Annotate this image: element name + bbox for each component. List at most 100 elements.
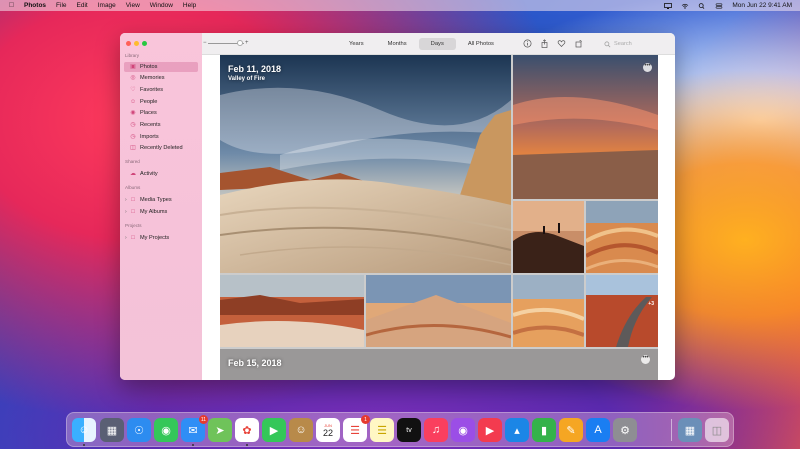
clock-icon: ◷ xyxy=(130,134,136,140)
photos-app-icon[interactable]: ✿ xyxy=(235,418,259,442)
reminders-icon[interactable]: ☰ 1 xyxy=(343,415,370,442)
running-indicator xyxy=(246,444,248,446)
display-icon[interactable] xyxy=(664,2,673,9)
menu-image[interactable]: Image xyxy=(98,2,116,9)
photo-valley[interactable] xyxy=(220,275,364,347)
tv-icon[interactable]: tv xyxy=(397,418,421,442)
sidebar-item-photos[interactable]: ▣ Photos xyxy=(124,62,198,72)
pages-icon[interactable]: ✎ xyxy=(559,418,583,442)
calendar-icon[interactable]: JUN 22 xyxy=(316,418,340,442)
menu-app-name[interactable]: Photos xyxy=(24,2,46,9)
wave-photo xyxy=(513,275,584,347)
menu-view[interactable]: View xyxy=(126,2,140,9)
pin-icon: ◉ xyxy=(130,110,136,116)
music-icon[interactable]: ♫ xyxy=(424,418,448,442)
search-field[interactable]: Search xyxy=(604,38,670,50)
menu-file[interactable]: File xyxy=(56,2,66,9)
view-segmented-control: Years Months Days All Photos xyxy=(337,38,506,50)
sidebar-item-label: Imports xyxy=(140,134,159,140)
photo-hero[interactable]: Feb 11, 2018 Valley of Fire xyxy=(220,55,511,273)
sunset-photo xyxy=(513,55,658,199)
more-options-icon[interactable]: ••• xyxy=(641,355,650,364)
control-center-icon[interactable] xyxy=(715,3,723,9)
tab-months[interactable]: Months xyxy=(376,38,419,50)
news-icon[interactable]: ▶ xyxy=(478,418,502,442)
sidebar-item-my-projects[interactable]: › □ My Projects xyxy=(124,233,198,243)
section-shared: Shared xyxy=(125,159,140,164)
photo-grid: Feb 11, 2018 Valley of Fire ••• +3 Feb 1… xyxy=(220,55,658,380)
section-library: Library xyxy=(125,53,140,58)
photo-group-2[interactable]: Feb 15, 2018 ••• xyxy=(220,349,658,380)
sidebar-item-media-types[interactable]: › □ Media Types xyxy=(124,195,198,205)
launchpad-icon[interactable]: ▦ xyxy=(100,418,124,442)
window-controls xyxy=(126,41,147,46)
search-menu-icon[interactable] xyxy=(698,2,706,9)
trash-icon[interactable]: ◫ xyxy=(705,418,729,442)
trash-icon: ◫ xyxy=(130,145,136,151)
zoom-button[interactable] xyxy=(142,41,147,46)
tab-days[interactable]: Days xyxy=(418,38,456,50)
chevron-right-icon[interactable]: › xyxy=(125,209,127,215)
menu-help[interactable]: Help xyxy=(183,2,196,9)
tv-label: tv xyxy=(406,426,412,434)
messages-icon[interactable]: ◉ xyxy=(154,418,178,442)
photo-swirl[interactable] xyxy=(586,201,658,273)
sidebar-item-recently-deleted[interactable]: ◫ Recently Deleted xyxy=(124,143,198,153)
tab-years[interactable]: Years xyxy=(337,38,376,50)
photo-road[interactable]: +3 xyxy=(586,275,658,347)
more-photos-count: +3 xyxy=(648,301,654,307)
menu-edit[interactable]: Edit xyxy=(77,2,88,9)
chevron-right-icon[interactable]: › xyxy=(125,197,127,203)
clock-icon: ◷ xyxy=(130,122,136,128)
system-preferences-icon[interactable]: ⚙ xyxy=(613,418,637,442)
downloads-folder-icon[interactable]: ▦ xyxy=(678,418,702,442)
notes-icon[interactable]: ☰ xyxy=(370,418,394,442)
mail-icon[interactable]: ✉ 11 xyxy=(181,415,208,442)
memories-icon: ◎ xyxy=(130,75,136,81)
sidebar-item-recents[interactable]: ◷ Recents xyxy=(124,120,198,130)
photo-sunset[interactable]: ••• xyxy=(513,55,658,199)
finder-icon[interactable]: ☺ xyxy=(72,418,96,442)
folder-icon: □ xyxy=(131,235,135,241)
contacts-icon[interactable]: ☺ xyxy=(289,418,313,442)
app-store-icon[interactable]: A xyxy=(586,418,610,442)
photo-ridge[interactable] xyxy=(366,275,511,347)
apple-menu-icon[interactable]:  xyxy=(8,2,15,9)
close-button[interactable] xyxy=(126,41,131,46)
share-icon[interactable] xyxy=(540,39,549,48)
podcasts-icon[interactable]: ◉ xyxy=(451,418,475,442)
sidebar-item-memories[interactable]: ◎ Memories xyxy=(124,73,198,83)
more-options-icon[interactable]: ••• xyxy=(643,63,652,72)
tab-all-photos[interactable]: All Photos xyxy=(456,38,506,50)
dock: ☺ ▦ ☉ ◉ ✉ 11 ➤ ✿ ▶ ☺ JUN 22 ☰ 1 ☰ tv ♫ ◉… xyxy=(66,412,734,447)
zoom-out-icon[interactable]: − xyxy=(203,40,207,46)
sidebar-item-people[interactable]: ☺ People xyxy=(124,97,198,107)
photo-silhouette[interactable] xyxy=(513,201,584,273)
group-place-label: Valley of Fire xyxy=(228,76,266,82)
keynote-icon[interactable]: ▴ xyxy=(505,418,529,442)
sidebar-item-my-albums[interactable]: › □ My Albums xyxy=(124,207,198,217)
toolbar: − + Years Months Days All Photos Search xyxy=(202,33,675,55)
running-indicator xyxy=(192,444,194,446)
chevron-right-icon[interactable]: › xyxy=(125,235,127,241)
facetime-icon[interactable]: ▶ xyxy=(262,418,286,442)
zoom-slider-knob[interactable] xyxy=(237,40,243,46)
photo-wave[interactable] xyxy=(513,275,584,347)
heart-icon[interactable] xyxy=(557,39,566,48)
sidebar-item-label: Recently Deleted xyxy=(140,145,183,151)
maps-icon[interactable]: ➤ xyxy=(208,418,232,442)
menu-window[interactable]: Window xyxy=(150,2,173,9)
sidebar-item-favorites[interactable]: ♡ Favorites xyxy=(124,85,198,95)
minimize-button[interactable] xyxy=(134,41,139,46)
zoom-in-icon[interactable]: + xyxy=(245,40,249,46)
menu-clock[interactable]: Mon Jun 22 9:41 AM xyxy=(732,2,792,9)
wifi-icon[interactable] xyxy=(681,3,689,9)
numbers-icon[interactable]: ▮ xyxy=(532,418,556,442)
rotate-icon[interactable] xyxy=(574,39,583,48)
info-icon[interactable] xyxy=(523,39,532,48)
sidebar-item-places[interactable]: ◉ Places xyxy=(124,108,198,118)
sidebar-item-activity[interactable]: ☁ Activity xyxy=(124,169,198,179)
sidebar-item-imports[interactable]: ◷ Imports xyxy=(124,132,198,142)
safari-icon[interactable]: ☉ xyxy=(127,418,151,442)
sidebar-item-label: People xyxy=(140,99,158,105)
